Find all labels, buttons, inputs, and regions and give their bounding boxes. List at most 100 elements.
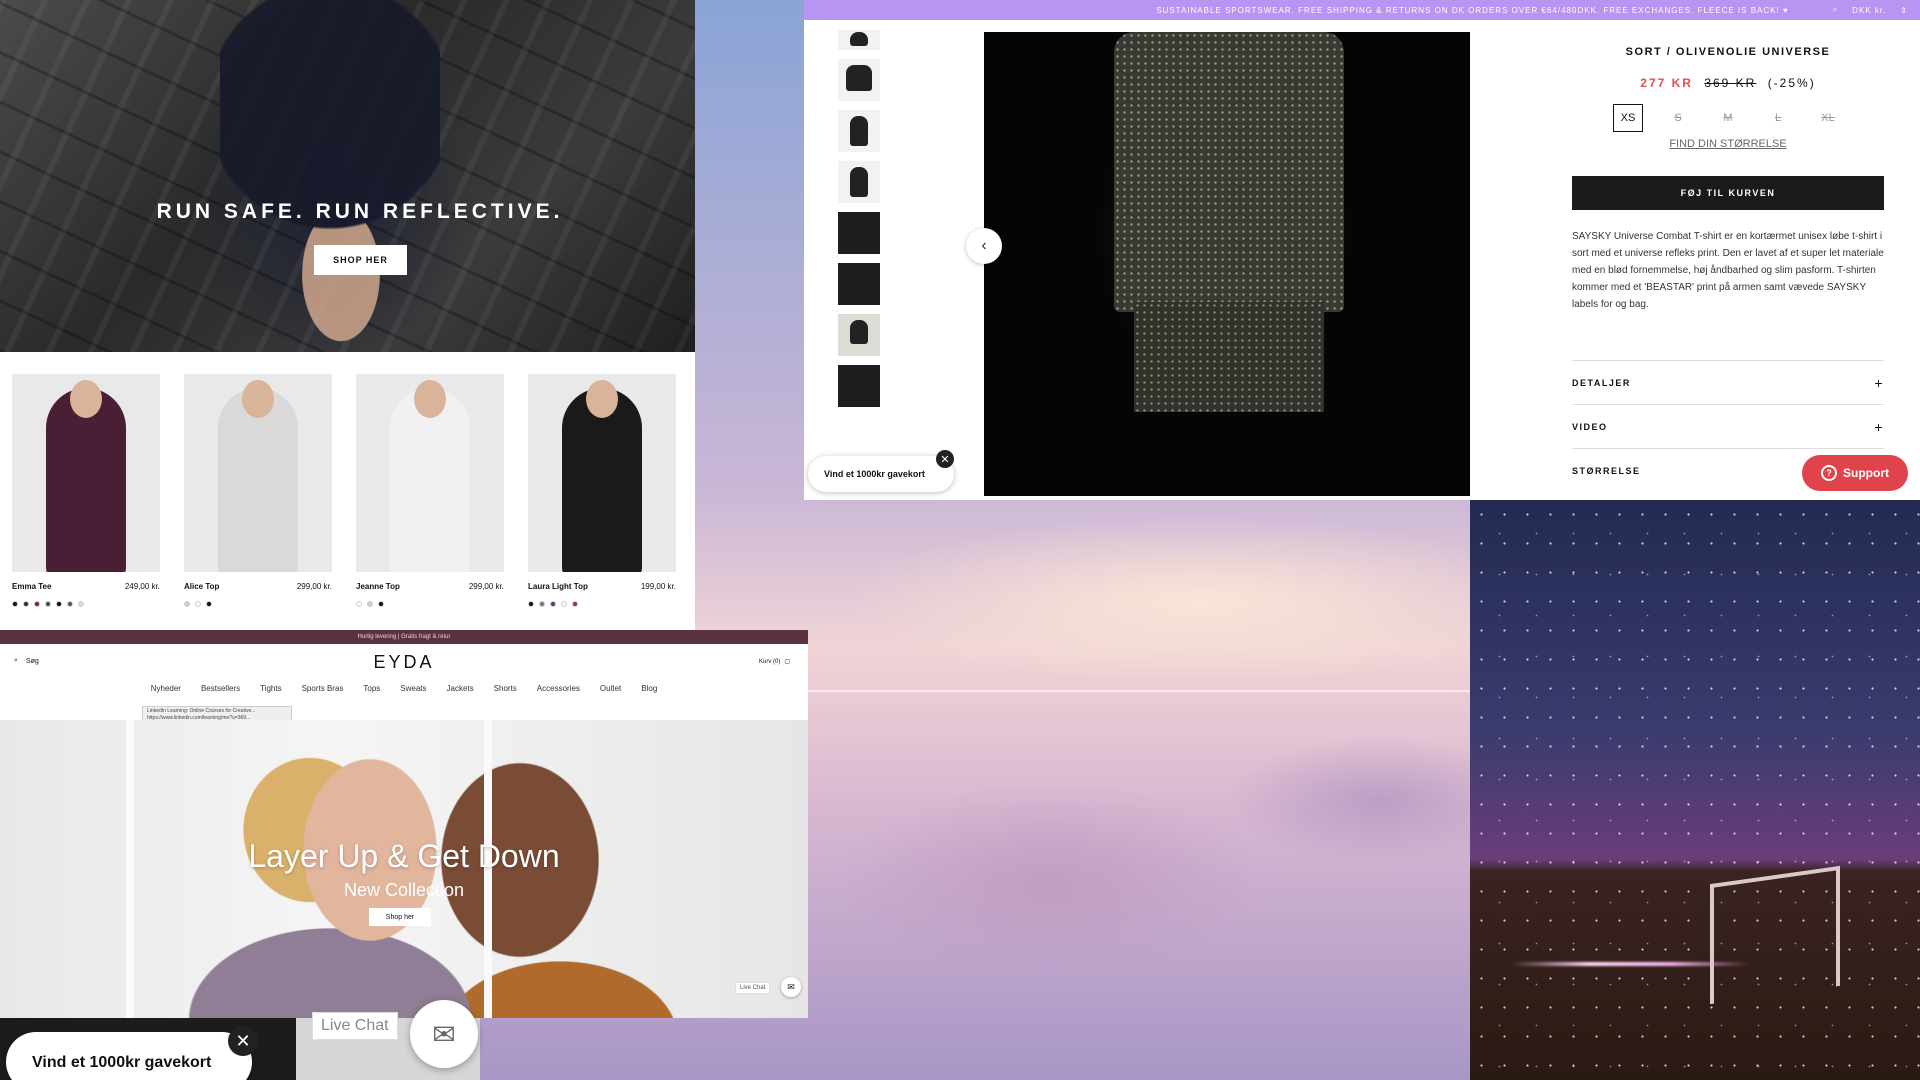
support-label: Support xyxy=(1843,466,1889,480)
gift-card-popup[interactable]: Vind et 1000kr gavekort xyxy=(808,456,954,492)
product-card-jeanne-top[interactable]: Jeanne Top 299,00 kr. xyxy=(356,374,504,607)
eyda-logo[interactable]: EYDA xyxy=(0,652,808,673)
nav-item[interactable]: Jackets xyxy=(447,684,474,693)
color-swatch[interactable] xyxy=(356,601,362,607)
accordion-details[interactable]: DETALJER + xyxy=(1572,360,1884,404)
product-image[interactable] xyxy=(12,374,160,572)
thumbnail[interactable] xyxy=(838,59,880,101)
color-swatches xyxy=(184,601,332,607)
nav-item[interactable]: Tights xyxy=(260,684,282,693)
color-swatch[interactable] xyxy=(572,601,578,607)
night-beach-photo xyxy=(1470,500,1920,1080)
product-name[interactable]: Emma Tee xyxy=(12,582,51,591)
site-header: ⌕ Søg EYDA Kurv (0) ▢ xyxy=(0,644,808,684)
color-swatch[interactable] xyxy=(539,601,545,607)
nav-item[interactable]: Blog xyxy=(641,684,657,693)
thumbnail[interactable] xyxy=(838,110,880,152)
color-swatches xyxy=(12,601,160,607)
color-swatch[interactable] xyxy=(561,601,567,607)
chevron-updown-icon[interactable]: ⇕ xyxy=(1900,6,1908,15)
live-chat-label[interactable]: Live Chat xyxy=(735,982,771,994)
color-swatch[interactable] xyxy=(45,601,51,607)
chevron-left-icon[interactable]: ‹ xyxy=(966,228,1002,264)
color-swatch[interactable] xyxy=(56,601,62,607)
product-name[interactable]: Laura Light Top xyxy=(528,582,588,591)
search-icon[interactable]: ⌕ xyxy=(1833,5,1838,15)
close-icon[interactable]: ✕ xyxy=(936,450,954,468)
product-price: 199,00 kr. xyxy=(640,582,676,591)
shop-her-button[interactable]: SHOP HER xyxy=(314,245,407,275)
product-card-alice-top[interactable]: Alice Top 299,00 kr. xyxy=(184,374,332,607)
close-icon[interactable]: ✕ xyxy=(228,1026,258,1056)
cart-label[interactable]: Kurv (0) xyxy=(759,659,780,665)
color-swatch[interactable] xyxy=(378,601,384,607)
nav-item[interactable]: Sports Bras xyxy=(302,684,344,693)
shop-her-button[interactable]: Shop her xyxy=(369,908,431,926)
discount-badge: (-25%) xyxy=(1767,76,1816,90)
model-head xyxy=(70,380,102,418)
runner-image xyxy=(220,0,440,352)
product-card-laura-light-top[interactable]: Laura Light Top 199,00 kr. xyxy=(528,374,676,607)
size-option-s[interactable]: S xyxy=(1663,104,1693,132)
color-swatch[interactable] xyxy=(206,601,212,607)
main-nav: Nyheder Bestsellers Tights Sports Bras T… xyxy=(0,684,808,693)
messenger-icon[interactable]: ✉ xyxy=(410,1000,478,1068)
color-swatch[interactable] xyxy=(195,601,201,607)
currency-selector[interactable]: DKK kr. xyxy=(1852,6,1886,15)
thumbnail[interactable] xyxy=(838,314,880,356)
product-name[interactable]: Jeanne Top xyxy=(356,582,400,591)
product-image[interactable] xyxy=(184,374,332,572)
thumbnail[interactable] xyxy=(838,212,880,254)
find-size-link[interactable]: FIND DIN STØRRELSE xyxy=(1572,138,1884,150)
size-option-xs[interactable]: XS xyxy=(1613,104,1643,132)
nav-item[interactable]: Accessories xyxy=(537,684,580,693)
price-row: 277 KR 369 KR (-25%) xyxy=(1572,76,1884,90)
support-button[interactable]: ? Support xyxy=(1802,455,1908,491)
color-swatch[interactable] xyxy=(78,601,84,607)
color-swatch[interactable] xyxy=(367,601,373,607)
thumbnail[interactable] xyxy=(838,30,880,50)
product-image[interactable] xyxy=(356,374,504,572)
gift-card-popup-large[interactable]: Vind et 1000kr gavekort xyxy=(6,1032,252,1080)
bag-icon[interactable]: ▢ xyxy=(784,658,790,665)
add-to-cart-button[interactable]: FØJ TIL KURVEN xyxy=(1572,176,1884,210)
color-swatch[interactable] xyxy=(34,601,40,607)
sale-price: 277 KR xyxy=(1640,76,1693,90)
size-option-l[interactable]: L xyxy=(1763,104,1793,132)
plus-icon[interactable]: + xyxy=(1874,419,1884,435)
thumbnail[interactable] xyxy=(838,365,880,407)
size-selector: XS S M L XL xyxy=(1572,104,1884,132)
live-chat-label-large[interactable]: Live Chat xyxy=(312,1012,398,1040)
thumbnail-strip xyxy=(838,30,882,416)
color-swatches xyxy=(356,601,504,607)
nav-item[interactable]: Tops xyxy=(363,684,380,693)
thumbnail[interactable] xyxy=(838,263,880,305)
nav-item[interactable]: Nyheder xyxy=(151,684,181,693)
color-swatch[interactable] xyxy=(67,601,73,607)
product-image[interactable] xyxy=(528,374,676,572)
nav-item[interactable]: Shorts xyxy=(494,684,517,693)
product-name[interactable]: Alice Top xyxy=(184,582,219,591)
accordion-video[interactable]: VIDEO + xyxy=(1572,404,1884,448)
color-swatch[interactable] xyxy=(23,601,29,607)
product-card-emma-tee[interactable]: Emma Tee 249,00 kr. xyxy=(12,374,160,607)
color-swatch[interactable] xyxy=(12,601,18,607)
thumbnail[interactable] xyxy=(838,161,880,203)
size-option-xl[interactable]: XL xyxy=(1813,104,1843,132)
color-swatch[interactable] xyxy=(550,601,556,607)
messenger-icon[interactable]: ✉ xyxy=(781,977,801,997)
universe-tshirt xyxy=(1114,32,1344,312)
nav-item[interactable]: Outlet xyxy=(600,684,621,693)
accordion-label: STØRRELSE xyxy=(1572,465,1641,476)
nav-item[interactable]: Bestsellers xyxy=(201,684,240,693)
size-option-m[interactable]: M xyxy=(1713,104,1743,132)
eyda-homepage: Hurtig levering | Gratis fragt & retur ⌕… xyxy=(0,630,808,1018)
cart-link[interactable]: Kurv (0) ▢ xyxy=(759,658,790,666)
color-swatch[interactable] xyxy=(528,601,534,607)
run-reflective-hero: RUN SAFE. RUN REFLECTIVE. SHOP HER xyxy=(0,0,695,352)
main-product-image[interactable] xyxy=(984,32,1470,496)
color-swatch[interactable] xyxy=(184,601,190,607)
product-description: SAYSKY Universe Combat T-shirt er en kor… xyxy=(1572,231,1884,310)
plus-icon[interactable]: + xyxy=(1874,375,1884,391)
nav-item[interactable]: Sweats xyxy=(400,684,426,693)
